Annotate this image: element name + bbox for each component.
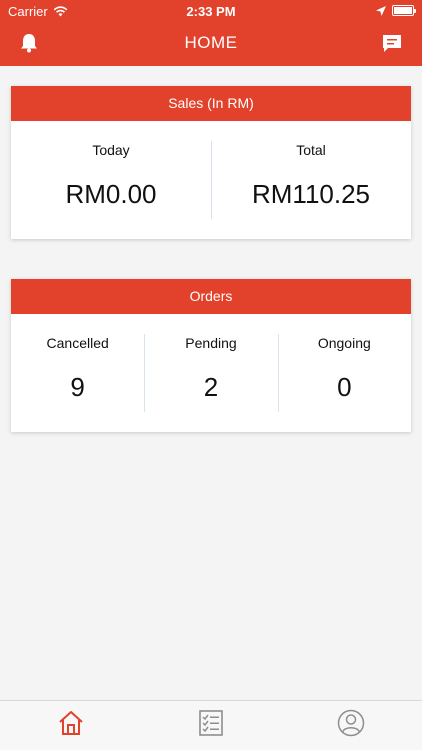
- battery-icon: [392, 5, 416, 16]
- orders-pending-value: 2: [203, 372, 219, 402]
- sales-today: Today RM0.00: [11, 121, 211, 239]
- sales-total-value: RM110.25: [251, 179, 371, 209]
- sales-card: Sales (In RM) Today RM0.00 Total RM110.2…: [11, 86, 411, 239]
- profile-icon[interactable]: [337, 709, 365, 737]
- orders-cancelled: Cancelled 9: [11, 314, 144, 432]
- sales-today-label: Today: [92, 142, 130, 158]
- status-time: 2:33 PM: [186, 4, 236, 19]
- checklist-icon[interactable]: [197, 709, 225, 737]
- status-bar: Carrier 2:33 PM: [0, 0, 422, 22]
- battery-level: [394, 7, 412, 14]
- orders-pending: Pending 2: [144, 314, 277, 432]
- sales-card-title: Sales (In RM): [11, 86, 411, 121]
- location-arrow-icon: [376, 5, 386, 16]
- status-right: [376, 5, 416, 16]
- orders-card-body: Cancelled 9 Pending 2 Ongoing 0: [11, 314, 411, 432]
- orders-ongoing-value: 0: [337, 372, 352, 402]
- sales-today-value: RM0.00: [65, 179, 157, 209]
- orders-card: Orders Cancelled 9 Pending 2 Ongoing 0: [11, 279, 411, 432]
- sales-total: Total RM110.25: [211, 121, 411, 239]
- tab-bar: [0, 700, 422, 750]
- orders-card-title: Orders: [11, 279, 411, 314]
- orders-ongoing: Ongoing 0: [277, 314, 411, 432]
- chat-icon[interactable]: [381, 33, 403, 55]
- app-header: Carrier 2:33 PM HOME: [0, 0, 422, 66]
- sales-card-body: Today RM0.00 Total RM110.25: [11, 121, 411, 239]
- page-title: HOME: [184, 33, 238, 52]
- sales-total-label: Total: [296, 142, 326, 158]
- orders-cancelled-value: 9: [70, 372, 85, 402]
- home-icon[interactable]: [57, 709, 85, 737]
- orders-ongoing-label: Ongoing: [317, 335, 371, 351]
- orders-cancelled-label: Cancelled: [46, 335, 109, 351]
- orders-pending-label: Pending: [185, 335, 237, 351]
